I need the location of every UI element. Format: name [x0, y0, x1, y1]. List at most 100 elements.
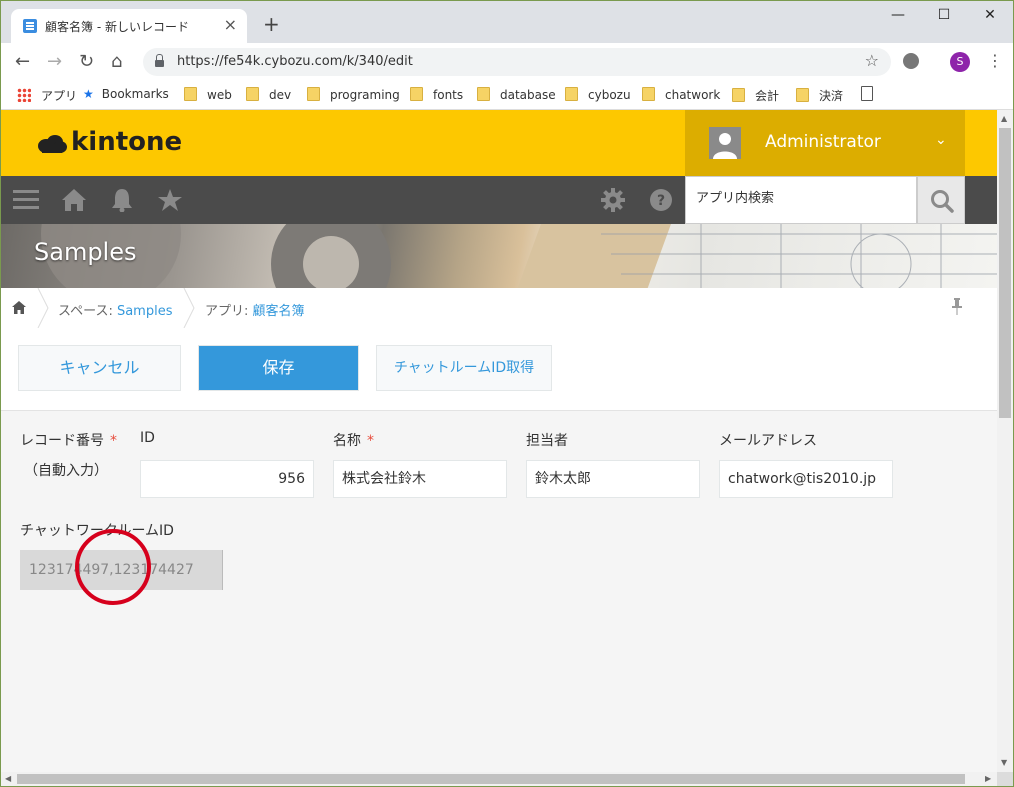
record-number-value: （自動入力）	[24, 463, 108, 479]
scroll-right-icon[interactable]: ▶	[985, 774, 991, 783]
get-room-id-button[interactable]: チャットルームID取得	[376, 345, 552, 391]
name-label: 名称 *	[333, 433, 374, 449]
owner-label: 担当者	[526, 433, 568, 449]
folder-icon	[184, 87, 197, 101]
folder-icon	[642, 87, 655, 101]
app-search-input[interactable]	[694, 190, 908, 207]
folder-icon	[565, 87, 578, 101]
folder-icon	[410, 87, 423, 101]
bookmarks-bar: アプリ ★ Bookmarks web dev programing fonts …	[1, 81, 1013, 110]
annotation-circle	[75, 529, 151, 605]
star-icon: ★	[83, 87, 94, 101]
close-window-button[interactable]: ✕	[967, 7, 1013, 27]
bookmark-folder-programing[interactable]: programing	[307, 87, 400, 103]
list-favicon-icon	[23, 19, 37, 33]
required-mark: *	[110, 433, 117, 449]
tab-title: 顧客名簿 - 新しいレコード	[45, 20, 189, 34]
forward-icon[interactable]: →	[47, 51, 62, 72]
cancel-button[interactable]: キャンセル	[18, 345, 181, 391]
horizontal-scrollbar[interactable]: ◀ ▶	[1, 772, 997, 786]
kintone-logo[interactable]: kintone	[71, 127, 182, 157]
address-bar[interactable]: https://fe54k.cybozu.com/k/340/edit ☆	[143, 48, 891, 76]
bookmark-folder-kessai[interactable]: 決済	[796, 87, 843, 103]
owner-input[interactable]: 鈴木太郎	[526, 460, 700, 498]
scroll-left-icon[interactable]: ◀	[5, 774, 11, 783]
folder-icon	[477, 87, 490, 101]
folder-icon	[796, 88, 809, 102]
home-icon[interactable]	[12, 301, 26, 315]
bell-icon[interactable]	[109, 188, 135, 212]
folder-icon	[307, 87, 320, 101]
kintone-page: kintone Administrator ⌄ ? アプリ内検索 Samples…	[1, 110, 997, 772]
bookmark-folder-dev[interactable]: dev	[246, 87, 291, 103]
bookmark-folder-cybozu[interactable]: cybozu	[565, 87, 631, 103]
back-icon[interactable]: ←	[15, 51, 30, 72]
breadcrumb-separator	[183, 288, 195, 328]
maximize-button[interactable]: ☐	[921, 7, 967, 27]
space-title: Samples	[34, 238, 137, 266]
scroll-up-icon[interactable]: ▲	[1001, 114, 1007, 123]
record-action-bar: キャンセル 保存 チャットルームID取得	[1, 328, 997, 411]
name-input[interactable]: 株式会社鈴木	[333, 460, 507, 498]
profile-avatar[interactable]: S	[950, 52, 970, 72]
email-label: メールアドレス	[719, 433, 817, 449]
bookmark-bookmarks[interactable]: ★ Bookmarks	[83, 87, 169, 103]
horizontal-scroll-thumb[interactable]	[17, 774, 965, 784]
bookmark-folder-fonts[interactable]: fonts	[410, 87, 463, 103]
bookmark-folder-kaikei[interactable]: 会計	[732, 87, 779, 103]
vertical-scrollbar[interactable]: ▲ ▼	[997, 110, 1013, 772]
browser-window: 顧客名簿 - 新しいレコード × + — ☐ ✕ ← → ↻ ⌂ https:/…	[0, 0, 1014, 787]
breadcrumb-space: スペース: Samples	[58, 304, 173, 319]
email-input[interactable]: chatwork@tis2010.jp	[719, 460, 893, 498]
minimize-button[interactable]: —	[875, 7, 921, 27]
space-banner: Samples	[1, 224, 997, 288]
help-icon[interactable]: ?	[649, 188, 673, 212]
global-navigation: ?	[1, 176, 997, 224]
url-text: https://fe54k.cybozu.com/k/340/edit	[177, 54, 413, 69]
user-avatar-icon	[709, 127, 741, 159]
bookmark-apps[interactable]: アプリ	[17, 87, 77, 103]
kintone-cloud-icon	[38, 135, 67, 153]
reload-icon[interactable]: ↻	[79, 51, 94, 72]
breadcrumb-app-link[interactable]: 顧客名簿	[253, 304, 305, 319]
home-page-icon[interactable]: ⌂	[111, 51, 122, 72]
breadcrumb-space-link[interactable]: Samples	[117, 304, 173, 319]
gear-icon[interactable]	[601, 188, 625, 212]
browser-menu-icon[interactable]: ⋮	[987, 51, 1003, 70]
user-name: Administrator	[765, 132, 881, 152]
id-input[interactable]: 956	[140, 460, 314, 498]
lock-icon	[155, 54, 164, 67]
browser-tab[interactable]: 顧客名簿 - 新しいレコード ×	[11, 9, 247, 43]
required-mark: *	[367, 433, 374, 449]
new-tab-icon[interactable]: +	[263, 14, 280, 34]
user-menu[interactable]: Administrator ⌄	[685, 110, 965, 176]
pin-icon[interactable]	[951, 298, 963, 316]
search-button[interactable]	[917, 176, 965, 224]
breadcrumb-separator	[37, 288, 49, 328]
bookmark-star-icon[interactable]: ☆	[865, 51, 879, 70]
bookmark-folder-web[interactable]: web	[184, 87, 232, 103]
banner-image-gears	[41, 224, 997, 288]
scroll-down-icon[interactable]: ▼	[1001, 758, 1007, 767]
scrollbar-corner	[997, 772, 1013, 786]
home-icon[interactable]	[61, 188, 87, 212]
bookmark-folder-chatwork[interactable]: chatwork	[642, 87, 720, 103]
save-button[interactable]: 保存	[198, 345, 359, 391]
breadcrumb: スペース: Samples アプリ: 顧客名簿	[1, 288, 997, 329]
star-icon[interactable]	[157, 188, 183, 212]
kintone-header: kintone Administrator ⌄	[1, 110, 997, 176]
vertical-scroll-thumb[interactable]	[999, 128, 1011, 418]
bookmark-folder-database[interactable]: database	[477, 87, 556, 103]
search-icon	[931, 190, 954, 213]
folder-icon	[732, 88, 745, 102]
extension-icon[interactable]	[903, 53, 919, 69]
tab-strip: 顧客名簿 - 新しいレコード × + — ☐ ✕	[1, 1, 1013, 43]
apps-grid-icon	[17, 88, 31, 102]
chevron-down-icon: ⌄	[935, 132, 947, 148]
record-number-label: レコード番号 *	[20, 433, 117, 449]
menu-icon[interactable]	[13, 188, 39, 212]
page-icon[interactable]	[861, 86, 873, 101]
tab-close-icon[interactable]: ×	[224, 15, 237, 34]
svg-text:?: ?	[657, 193, 665, 209]
browser-toolbar: ← → ↻ ⌂ https://fe54k.cybozu.com/k/340/e…	[1, 43, 1013, 81]
